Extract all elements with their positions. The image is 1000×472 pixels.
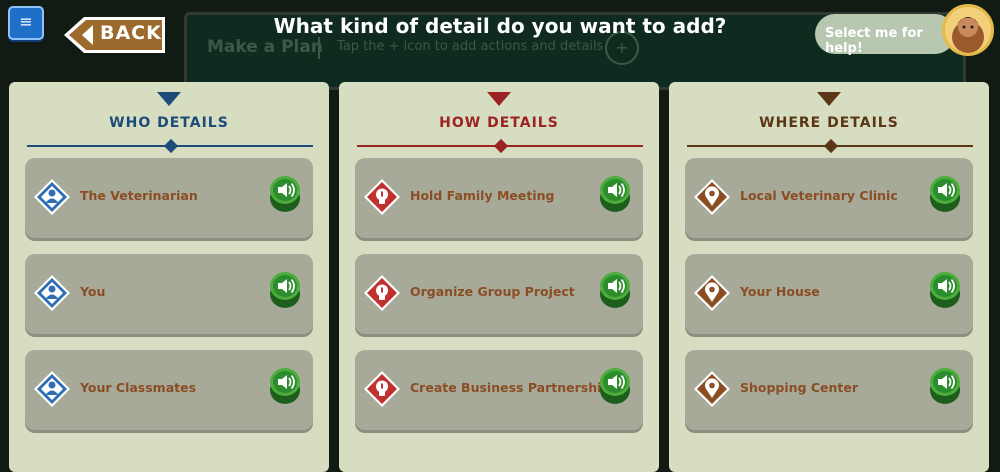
item-label: Organize Group Project	[410, 284, 575, 299]
divider-diamond	[493, 138, 509, 154]
where-details-panel: WHERE DETAILS Local Veterinary Clinic Yo…	[669, 82, 989, 472]
divider-diamond	[163, 138, 179, 154]
lightbulb-icon	[364, 275, 400, 311]
speaker-icon[interactable]	[599, 174, 631, 216]
down-arrow-icon	[487, 92, 511, 106]
speaker-icon[interactable]	[269, 270, 301, 312]
who-item-you[interactable]: You	[25, 254, 313, 334]
item-label: Your House	[740, 284, 820, 299]
where-item-shopping-center[interactable]: Shopping Center	[685, 350, 973, 430]
how-details-panel: HOW DETAILS Hold Family Meeting Organize…	[339, 82, 659, 472]
speaker-icon[interactable]	[269, 366, 301, 408]
location-pin-icon	[694, 179, 730, 215]
help-button[interactable]: Select me for help!	[815, 14, 955, 56]
down-arrow-icon	[817, 92, 841, 106]
helper-avatar[interactable]	[942, 4, 994, 56]
item-label: Shopping Center	[740, 380, 859, 395]
person-icon	[34, 179, 70, 215]
item-label: Hold Family Meeting	[410, 188, 555, 203]
who-item-veterinarian[interactable]: The Veterinarian	[25, 158, 313, 238]
speaker-icon[interactable]	[929, 366, 961, 408]
divider-diamond	[823, 138, 839, 154]
panel-title: HOW DETAILS	[439, 115, 559, 131]
speaker-icon[interactable]	[929, 270, 961, 312]
down-arrow-icon	[157, 92, 181, 106]
menu-button[interactable]: ≡	[8, 6, 44, 40]
location-pin-icon	[694, 275, 730, 311]
item-label: You	[80, 284, 106, 299]
back-label: BACK	[100, 22, 162, 44]
panel-title: WHO DETAILS	[109, 115, 229, 131]
how-item-family-meeting[interactable]: Hold Family Meeting	[355, 158, 643, 238]
hamburger-menu-icon: ≡	[19, 12, 33, 31]
person-icon	[34, 275, 70, 311]
speaker-icon[interactable]	[599, 366, 631, 408]
where-item-your-house[interactable]: Your House	[685, 254, 973, 334]
speaker-icon[interactable]	[599, 270, 631, 312]
plan-divider	[318, 37, 320, 59]
plan-title: Make a Plan	[207, 37, 323, 57]
help-label: Select me for help!	[825, 26, 923, 56]
plan-hint: Tap the + icon to add actions and detail…	[337, 39, 604, 54]
who-details-panel: WHO DETAILS The Veterinarian You Your Cl…	[9, 82, 329, 472]
how-item-group-project[interactable]: Organize Group Project	[355, 254, 643, 334]
item-label: Create Business Partnership	[410, 380, 611, 395]
how-item-business-partnership[interactable]: Create Business Partnership	[355, 350, 643, 430]
lightbulb-icon	[364, 179, 400, 215]
speaker-icon[interactable]	[929, 174, 961, 216]
speaker-icon[interactable]	[269, 174, 301, 216]
panel-title: WHERE DETAILS	[759, 115, 899, 131]
who-item-classmates[interactable]: Your Classmates	[25, 350, 313, 430]
helper-character-icon	[952, 17, 984, 53]
person-icon	[34, 371, 70, 407]
item-label: Your Classmates	[80, 380, 197, 395]
back-button[interactable]: BACK	[62, 16, 166, 54]
item-label: Local Veterinary Clinic	[740, 188, 898, 203]
page-title: What kind of detail do you want to add?	[273, 14, 727, 38]
item-label: The Veterinarian	[80, 188, 198, 203]
lightbulb-icon	[364, 371, 400, 407]
where-item-vet-clinic[interactable]: Local Veterinary Clinic	[685, 158, 973, 238]
location-pin-icon	[694, 371, 730, 407]
